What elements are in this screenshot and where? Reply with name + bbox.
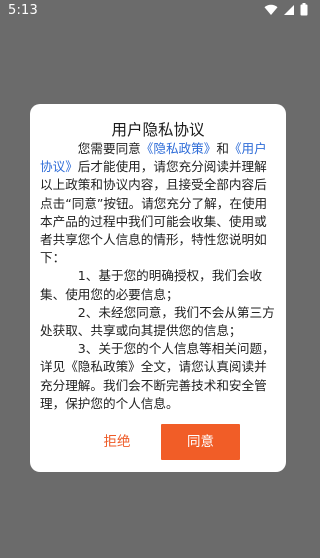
status-bar: 5:13 xyxy=(0,0,314,22)
status-icons xyxy=(264,3,308,16)
battery-icon xyxy=(300,3,308,16)
intro-paragraph: 您需要同意《隐私政策》和《用户协议》后才能使用，请您充分阅读并理解以上政策和协议… xyxy=(40,140,278,267)
privacy-policy-link[interactable]: 《隐私政策》 xyxy=(141,141,217,156)
wifi-icon xyxy=(264,4,278,16)
item-2: 2、未经您同意，我们不会从第三方处获取、共享或向其提供您的信息； xyxy=(40,304,275,339)
item-3: 3、关于您的个人信息等相关问题，详见《隐私政策》全文，请您认真阅读并充分理解。我… xyxy=(40,341,275,411)
intro-text-2: 和 xyxy=(216,141,229,156)
agree-button[interactable]: 同意 xyxy=(161,424,240,460)
dialog-title: 用户隐私协议 xyxy=(111,121,205,139)
status-time: 5:13 xyxy=(8,3,38,18)
intro-text-1: 您需要同意 xyxy=(77,141,141,156)
item-1: 1、基于您的明确授权，我们会收集、使用您的必要信息； xyxy=(40,268,263,302)
signal-icon xyxy=(283,4,295,16)
privacy-dialog: 用户隐私协议 您需要同意《隐私政策》和《用户协议》后才能使用，请您充分阅读并理解… xyxy=(30,104,286,472)
intro-text-3: 后才能使用，请您充分阅读并理解以上政策和协议内容，且接受全部内容后点击“同意”按… xyxy=(40,159,268,266)
dialog-body: 您需要同意《隐私政策》和《用户协议》后才能使用，请您充分阅读并理解以上政策和协议… xyxy=(40,140,278,413)
reject-button[interactable]: 拒绝 xyxy=(82,424,152,460)
dialog-buttons: 拒绝 同意 xyxy=(30,424,286,460)
